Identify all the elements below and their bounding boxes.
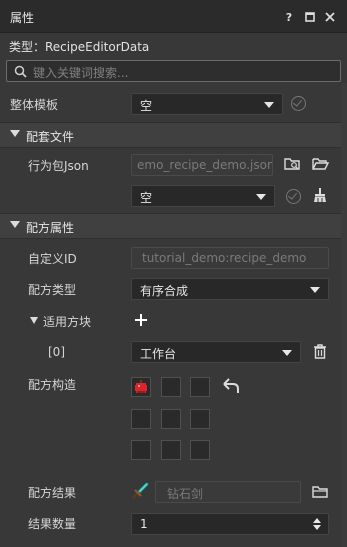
result-count-value: 1 (140, 517, 148, 531)
collapse-triangle-icon (10, 221, 20, 228)
applicable-block-index: [0] (48, 345, 65, 359)
custom-id-field[interactable]: tutorial_demo:recipe_demo (131, 247, 329, 269)
add-icon[interactable] (134, 313, 148, 327)
close-button[interactable] (322, 9, 338, 25)
result-count-label: 结果数量 (28, 517, 77, 531)
maximize-button[interactable] (302, 9, 318, 25)
confirm-check-icon[interactable] (286, 189, 301, 204)
search-placeholder: 键入关键词搜索... (33, 66, 129, 80)
recipe-type-select[interactable]: 有序合成 (131, 278, 329, 300)
collapse-triangle-icon (10, 130, 20, 137)
close-icon (325, 12, 335, 22)
chevron-down-icon (264, 102, 274, 108)
undo-icon[interactable] (222, 378, 240, 394)
custom-id-value: tutorial_demo:recipe_demo (142, 251, 307, 265)
chevron-down-icon (256, 194, 266, 200)
broom-clean-icon[interactable] (312, 187, 328, 203)
chevron-down-icon (310, 287, 320, 293)
recipe-slot[interactable] (190, 440, 210, 460)
recipe-type-value: 有序合成 (140, 284, 189, 298)
behavior-json-select[interactable]: 空 (131, 185, 275, 207)
applicable-block-value: 工作台 (140, 347, 177, 361)
section-supporting-files[interactable]: 配套文件 (0, 122, 347, 148)
search-field[interactable]: 键入关键词搜索... (6, 60, 341, 82)
behavior-json-select-value: 空 (140, 191, 153, 205)
section-recipe-properties-label: 配方属性 (26, 221, 75, 235)
applicable-block-label: 适用方块 (43, 315, 92, 329)
vertical-scrollbar[interactable] (341, 83, 347, 547)
result-count-stepper[interactable]: 1 (131, 513, 329, 535)
section-recipe-properties[interactable]: 配方属性 (0, 213, 347, 239)
template-select[interactable]: 空 (131, 93, 283, 115)
help-button[interactable]: ? (281, 9, 297, 25)
recipe-slot[interactable] (131, 440, 151, 460)
window-title: 属性 (10, 11, 35, 25)
recipe-slot[interactable] (161, 377, 181, 397)
recipe-structure-label: 配方构造 (28, 378, 77, 392)
recipe-result-label: 配方结果 (28, 486, 77, 500)
type-label: 类型：RecipeEditorData (9, 40, 150, 54)
window-titlebar: 属性 ? (0, 0, 347, 33)
section-supporting-files-label: 配套文件 (26, 130, 75, 144)
recipe-slot[interactable] (190, 409, 210, 429)
folder-open-icon[interactable] (312, 156, 329, 171)
behavior-json-label: 行为包Json (28, 159, 89, 173)
recipe-slot[interactable] (161, 409, 181, 429)
recipe-result-value: 钻石剑 (167, 487, 204, 501)
collapse-triangle-icon[interactable] (30, 317, 38, 324)
template-label: 整体模板 (10, 98, 59, 112)
recipe-type-label: 配方类型 (28, 283, 77, 297)
chevron-down-icon (282, 350, 292, 356)
behavior-json-path: emo_recipe_demo.json (137, 158, 273, 172)
recipe-result-field[interactable]: 钻石剑 (155, 481, 301, 503)
trash-icon[interactable] (313, 344, 327, 359)
recipe-slot[interactable] (190, 377, 210, 397)
behavior-json-path-field[interactable]: emo_recipe_demo.json (131, 154, 273, 176)
search-icon (14, 65, 27, 78)
diamond-sword-icon (131, 482, 149, 500)
template-select-value: 空 (140, 99, 153, 113)
folder-search-icon[interactable] (284, 156, 301, 171)
applicable-block-select[interactable]: 工作台 (131, 341, 301, 363)
folder-open-icon[interactable] (312, 484, 329, 499)
recipe-slot[interactable] (131, 377, 151, 397)
apple-icon (135, 380, 147, 393)
maximize-icon (305, 12, 315, 22)
stepper-arrows-icon[interactable] (312, 517, 322, 531)
confirm-check-icon[interactable] (291, 96, 306, 111)
recipe-slot[interactable] (131, 409, 151, 429)
recipe-slot[interactable] (161, 440, 181, 460)
custom-id-label: 自定义ID (28, 252, 77, 266)
